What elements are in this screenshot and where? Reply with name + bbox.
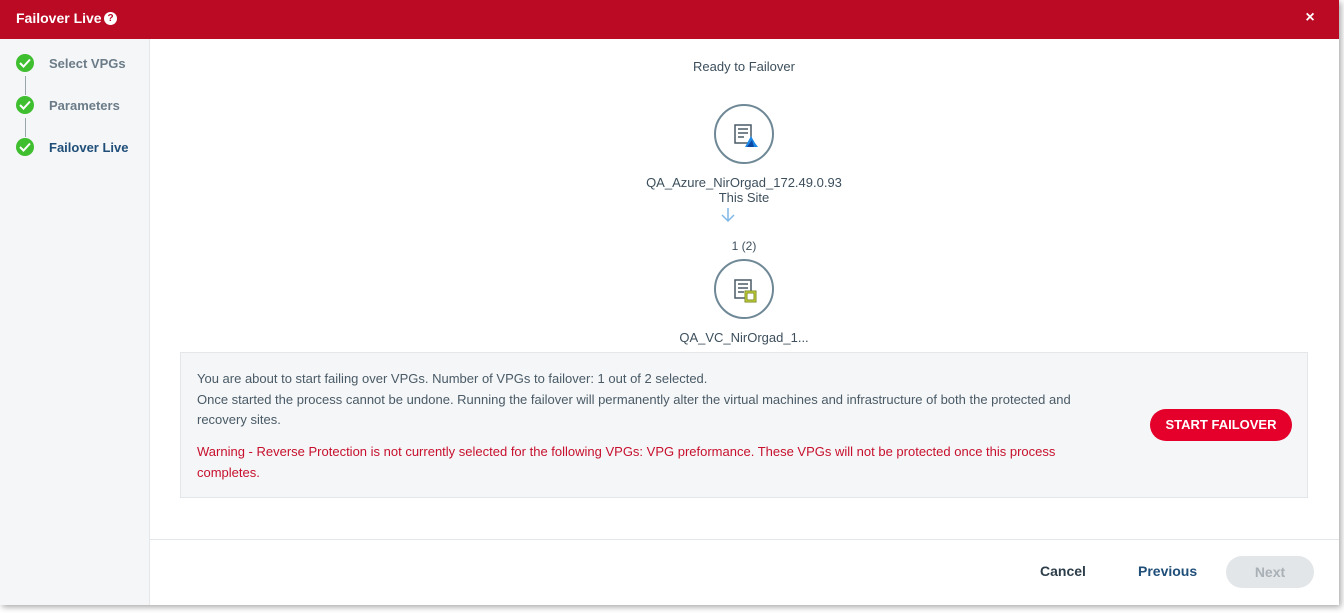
dialog-title: Failover Live bbox=[16, 10, 102, 26]
next-button[interactable]: Next bbox=[1226, 556, 1314, 588]
step-label: Parameters bbox=[49, 98, 120, 113]
check-icon bbox=[16, 96, 34, 114]
reverse-protection-warning: Warning - Reverse Protection is not curr… bbox=[197, 444, 1056, 480]
dialog-header: Failover Live ? × bbox=[0, 0, 1339, 39]
cancel-button[interactable]: Cancel bbox=[1040, 563, 1086, 579]
source-site-subtitle: This Site bbox=[718, 190, 770, 205]
irreversible-message: Once started the process cannot be undon… bbox=[197, 391, 1071, 428]
step-label: Select VPGs bbox=[49, 56, 126, 71]
target-site-name: QA_VC_NirOrgad_1... bbox=[679, 330, 809, 345]
vpg-count-message: You are about to start failing over VPGs… bbox=[197, 371, 708, 386]
target-site-node bbox=[714, 259, 774, 319]
azure-site-icon bbox=[734, 124, 758, 147]
footer-divider bbox=[150, 539, 1339, 540]
check-icon bbox=[16, 54, 34, 72]
failover-status: Ready to Failover bbox=[693, 59, 795, 74]
step-connector bbox=[25, 118, 26, 137]
vcenter-site-icon bbox=[734, 279, 757, 303]
source-site-node bbox=[714, 104, 774, 164]
source-site-name: QA_Azure_NirOrgad_172.49.0.93 bbox=[646, 175, 842, 190]
failover-message: You are about to start failing over VPGs… bbox=[197, 369, 1097, 431]
step-parameters[interactable]: Parameters bbox=[16, 96, 146, 116]
failover-live-dialog: Failover Live ? × Select VPGs Parameters… bbox=[0, 0, 1339, 605]
step-failover-live[interactable]: Failover Live bbox=[16, 138, 146, 158]
close-icon[interactable]: × bbox=[1301, 9, 1319, 27]
arrow-down-icon bbox=[721, 208, 735, 223]
start-failover-button[interactable]: START FAILOVER bbox=[1150, 409, 1292, 441]
previous-button[interactable]: Previous bbox=[1138, 563, 1197, 579]
check-icon bbox=[16, 138, 34, 156]
step-connector bbox=[25, 76, 26, 95]
step-label: Failover Live bbox=[49, 140, 129, 155]
help-icon[interactable]: ? bbox=[104, 12, 117, 25]
failover-info-panel: You are about to start failing over VPGs… bbox=[180, 352, 1308, 498]
wizard-steps: Select VPGs Parameters Failover Live bbox=[0, 39, 150, 605]
step-select-vpgs[interactable]: Select VPGs bbox=[16, 54, 146, 74]
vpg-count: 1 (2) bbox=[731, 239, 757, 253]
